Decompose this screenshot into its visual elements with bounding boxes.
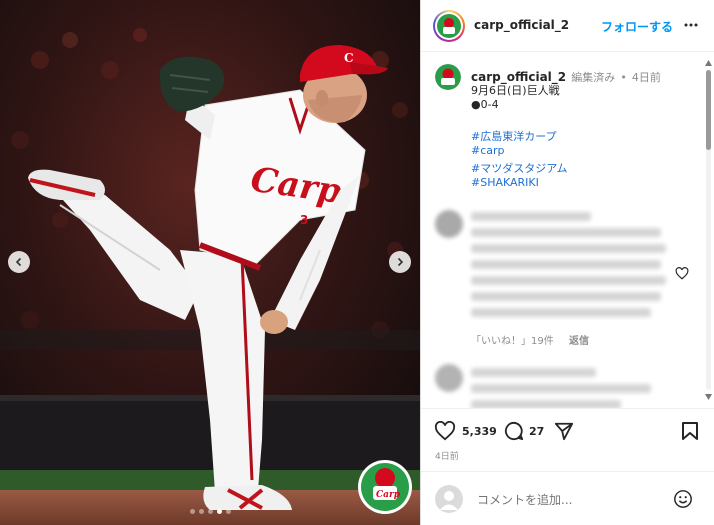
pitcher-photo: Carp 3 C Carp xyxy=(0,0,420,525)
hashtag-link[interactable]: #carp xyxy=(471,144,505,157)
blurred-comment-text xyxy=(471,308,651,317)
commenter-avatar[interactable] xyxy=(435,364,463,392)
svg-text:C: C xyxy=(344,51,354,65)
comment-likes-count[interactable]: 「いいね！」19件 xyxy=(471,332,554,347)
caption-time[interactable]: 4日前 xyxy=(632,71,661,84)
bookmark-icon[interactable] xyxy=(681,421,699,441)
post-actions: 5,339 27 4日前 xyxy=(421,408,714,468)
caption-line-1: 9月6日(日)巨人戦 xyxy=(471,84,560,97)
blurred-comment-text xyxy=(471,292,661,301)
post-media[interactable]: Carp 3 C Carp xyxy=(0,0,420,525)
header-username[interactable]: carp_official_2 xyxy=(474,18,569,32)
comment-like-heart-icon[interactable] xyxy=(675,267,689,280)
post-age[interactable]: 4日前 xyxy=(435,449,459,462)
post-sidebar: carp_official_2 フォローする carp_official_2 編… xyxy=(420,0,714,525)
default-user-icon xyxy=(440,491,458,510)
scrollbar-thumb[interactable] xyxy=(706,70,711,150)
blurred-comment-text xyxy=(471,260,661,269)
avatar-story-ring[interactable] xyxy=(433,10,465,42)
avatar xyxy=(437,14,461,38)
scroll-up-icon[interactable] xyxy=(705,60,712,66)
post-header: carp_official_2 フォローする xyxy=(421,0,714,52)
comment-icon[interactable] xyxy=(504,421,524,441)
blurred-comment-text xyxy=(471,368,596,377)
chevron-right-icon xyxy=(397,257,404,267)
comments-count[interactable]: 27 xyxy=(529,425,544,438)
viewer-avatar xyxy=(435,485,463,513)
follow-button[interactable]: フォローする xyxy=(601,18,673,35)
svg-text:Carp: Carp xyxy=(376,490,401,500)
carousel-dot xyxy=(207,509,213,514)
comments-scrollbar[interactable] xyxy=(704,60,712,400)
reply-button[interactable]: 返信 xyxy=(569,332,589,347)
blurred-comment-text xyxy=(471,228,661,237)
caption-avatar[interactable] xyxy=(435,64,461,90)
hashtag-link[interactable]: #マツダスタジアム xyxy=(471,160,567,176)
carousel-dot xyxy=(225,509,231,514)
comment-input[interactable] xyxy=(475,492,659,508)
blurred-comment-text xyxy=(471,276,666,285)
hashtag-link[interactable]: #広島東洋カープ xyxy=(471,128,557,144)
carousel-dot xyxy=(189,509,195,514)
edited-label: 編集済み xyxy=(571,71,616,84)
commenter-avatar[interactable] xyxy=(435,210,463,238)
chevron-left-icon xyxy=(15,257,22,267)
blurred-comment-text xyxy=(471,212,591,221)
carousel-indicator xyxy=(0,509,420,514)
carousel-next-button[interactable] xyxy=(389,251,411,273)
blurred-comment-text xyxy=(471,400,621,408)
carousel-dot-active xyxy=(216,509,222,514)
likes-count[interactable]: 5,339 xyxy=(462,425,497,438)
comment-bar xyxy=(421,471,714,525)
emoji-icon[interactable] xyxy=(673,489,693,509)
carousel-prev-button[interactable] xyxy=(8,251,30,273)
comments-scroll-area[interactable]: carp_official_2 編集済み • 4日前 9月6日(日)巨人戦 ●0… xyxy=(421,52,714,408)
scroll-down-icon[interactable] xyxy=(705,394,712,400)
caption-line-2: ●0-4 xyxy=(471,98,499,111)
meta-separator: • xyxy=(620,71,627,84)
carousel-dot xyxy=(198,509,204,514)
blurred-comment-text xyxy=(471,384,651,393)
share-icon[interactable] xyxy=(554,421,574,441)
more-icon[interactable] xyxy=(683,17,699,33)
hashtag-link[interactable]: #SHAKARIKI xyxy=(471,176,539,189)
heart-icon[interactable] xyxy=(434,421,456,441)
svg-text:3: 3 xyxy=(300,213,308,227)
avatar xyxy=(435,64,461,90)
blurred-comment-text xyxy=(471,244,666,253)
